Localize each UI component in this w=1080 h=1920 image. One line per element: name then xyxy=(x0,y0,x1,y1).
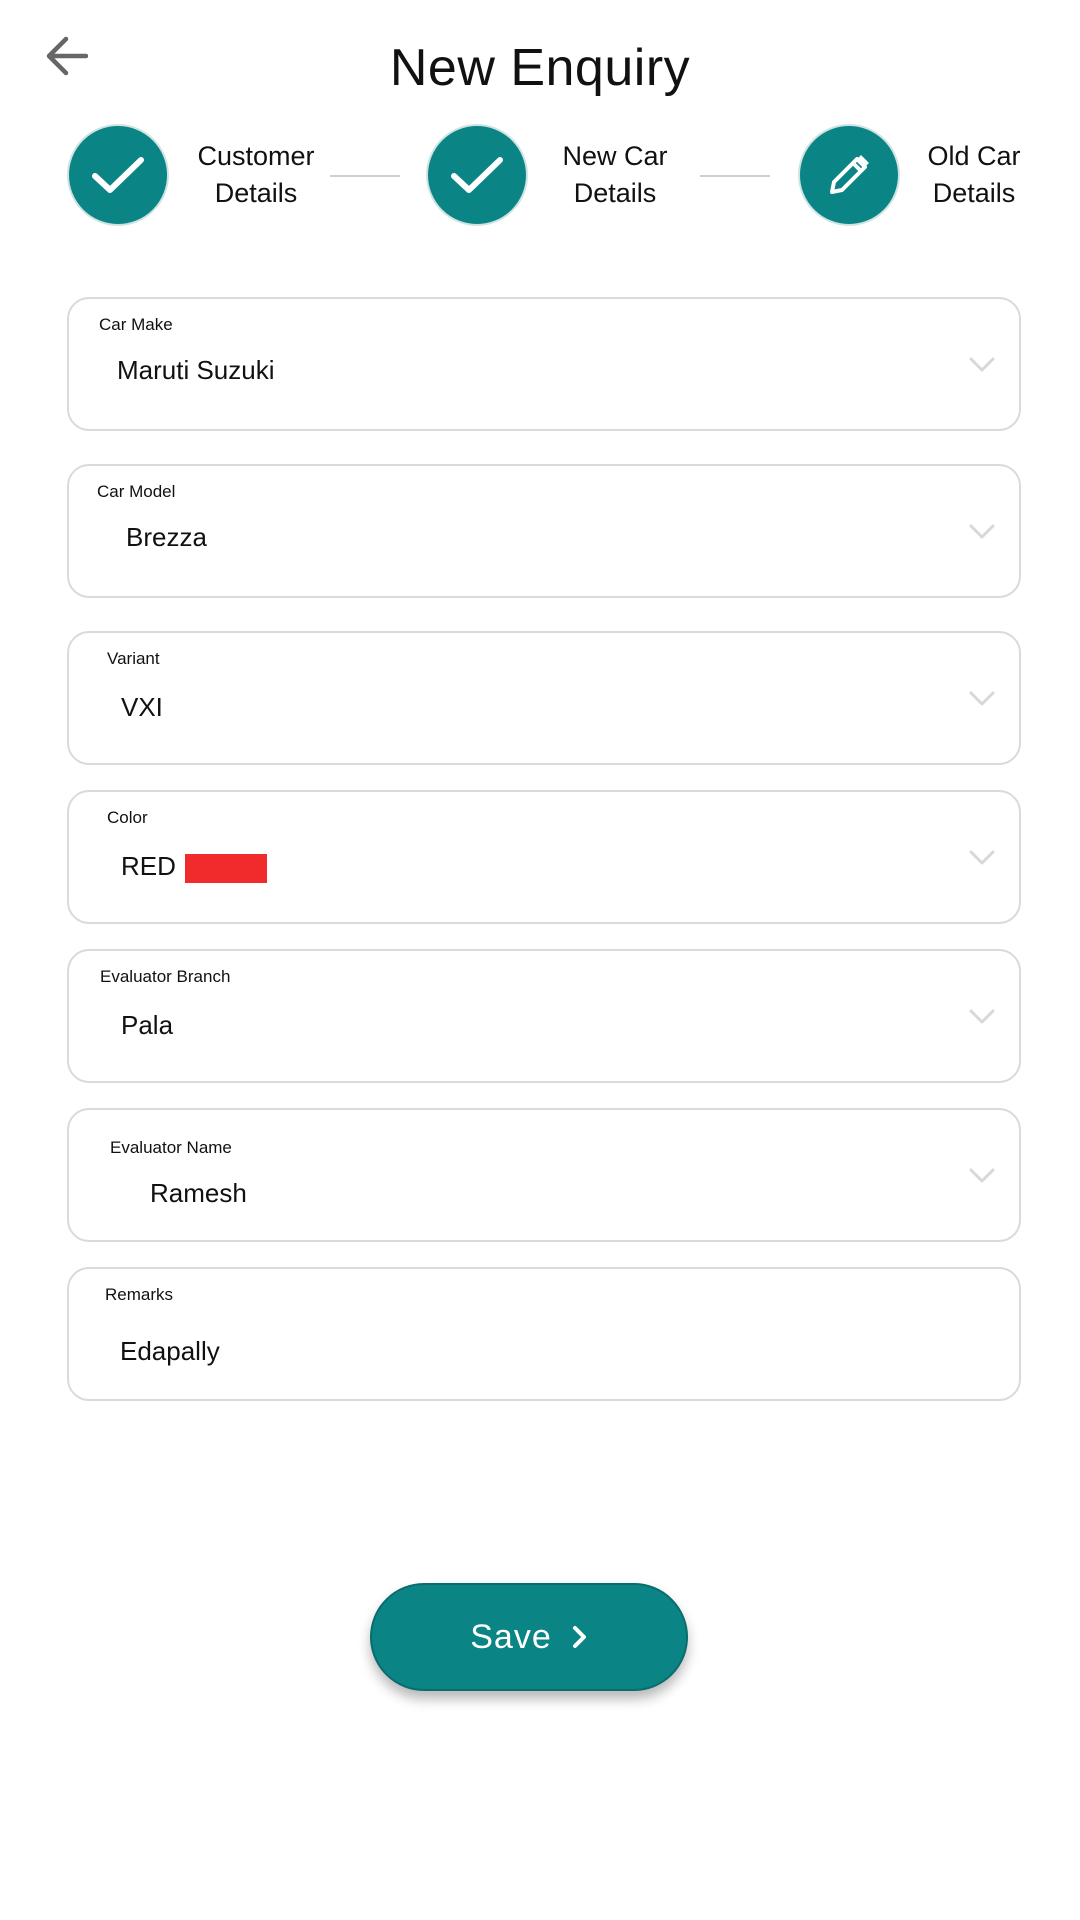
step-new-car-details[interactable] xyxy=(426,124,528,226)
color-swatch xyxy=(185,854,267,883)
step-connector xyxy=(330,175,400,177)
field-value: VXI xyxy=(121,692,163,722)
car-make-dropdown[interactable]: Car Make Maruti Suzuki xyxy=(67,297,1021,431)
evaluator-name-dropdown[interactable]: Evaluator Name Ramesh xyxy=(67,1108,1021,1242)
page-title: New Enquiry xyxy=(389,39,691,97)
save-button[interactable]: Save xyxy=(370,1583,688,1691)
remarks-field[interactable]: Remarks Edapally xyxy=(67,1267,1021,1401)
car-model-dropdown[interactable]: Car Model Brezza xyxy=(67,464,1021,598)
save-button-label: Save xyxy=(470,1617,552,1656)
step-customer-details[interactable] xyxy=(67,124,169,226)
field-label: Variant xyxy=(107,649,160,668)
step-label-customer-details: Customer Details xyxy=(197,141,315,208)
check-icon xyxy=(92,157,144,193)
field-value: RED xyxy=(121,851,176,881)
progress-stepper: Customer Details New Car Details Old Car… xyxy=(0,124,1080,228)
color-dropdown[interactable]: Color RED xyxy=(67,790,1021,924)
pencil-icon xyxy=(830,155,869,194)
step-label-old-car-details: Old Car Details xyxy=(927,141,1021,208)
field-value: Pala xyxy=(121,1010,174,1040)
chevron-down-icon xyxy=(969,1009,995,1024)
field-value: Brezza xyxy=(126,522,207,552)
step-label-new-car-details: New Car Details xyxy=(562,141,668,208)
chevron-down-icon xyxy=(969,524,995,539)
remarks-input-value[interactable]: Edapally xyxy=(120,1336,220,1367)
chevron-down-icon xyxy=(969,1168,995,1183)
chevron-down-icon xyxy=(969,357,995,372)
field-label: Color xyxy=(107,808,148,827)
field-label: Car Make xyxy=(99,315,173,334)
field-value: Maruti Suzuki xyxy=(117,355,275,385)
chevron-right-icon xyxy=(572,1626,586,1648)
field-label: Remarks xyxy=(105,1285,174,1304)
check-icon xyxy=(451,157,503,193)
field-label: Evaluator Branch xyxy=(100,967,231,986)
chevron-down-icon xyxy=(969,691,995,706)
field-value: Ramesh xyxy=(150,1178,247,1208)
field-label: Car Model xyxy=(97,482,176,501)
evaluator-branch-dropdown[interactable]: Evaluator Branch Pala xyxy=(67,949,1021,1083)
step-connector xyxy=(700,175,770,177)
field-label: Evaluator Name xyxy=(110,1138,232,1157)
chevron-down-icon xyxy=(969,850,995,865)
variant-dropdown[interactable]: Variant VXI xyxy=(67,631,1021,765)
step-old-car-details[interactable] xyxy=(798,124,900,226)
